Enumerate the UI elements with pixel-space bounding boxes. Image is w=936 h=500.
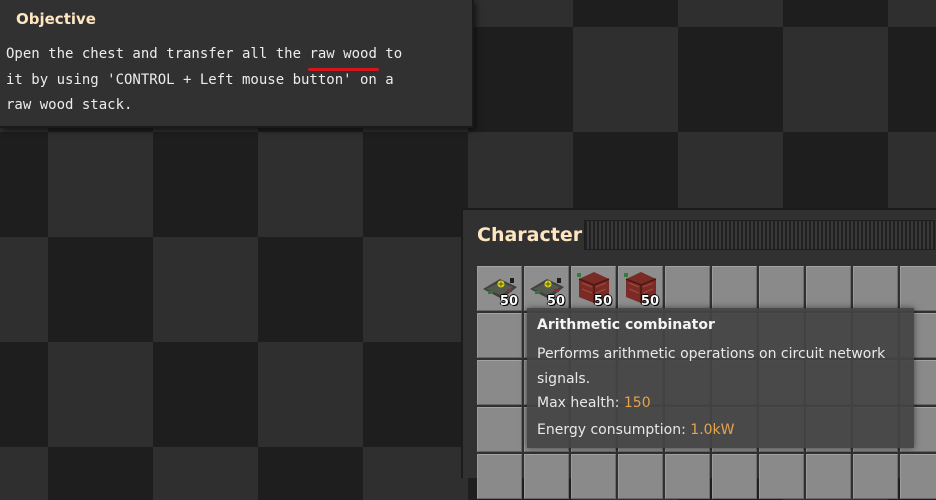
- inventory-slot[interactable]: [853, 266, 898, 311]
- inventory-slot[interactable]: 50: [477, 266, 522, 311]
- inventory-slot[interactable]: [665, 266, 710, 311]
- inventory-slot[interactable]: [712, 266, 757, 311]
- tooltip-energy-consumption: Energy consumption: 1.0kW: [537, 422, 735, 438]
- max-health-label: Max health:: [537, 395, 624, 411]
- inventory-slot[interactable]: [477, 360, 522, 405]
- objective-highlight: raw wood: [308, 42, 380, 70]
- inventory-slot[interactable]: [853, 454, 898, 499]
- inventory-slot[interactable]: [900, 266, 936, 311]
- inventory-slot[interactable]: [712, 454, 757, 499]
- inventory-slot[interactable]: [759, 454, 804, 499]
- tooltip-max-health: Max health: 150: [537, 395, 651, 411]
- inventory-slot[interactable]: [900, 454, 936, 499]
- item-count: 50: [499, 294, 518, 309]
- inventory-slot[interactable]: [477, 313, 522, 358]
- max-health-value: 150: [623, 395, 651, 411]
- inventory-slot[interactable]: [477, 407, 522, 452]
- energy-consumption-label: Energy consumption:: [537, 422, 691, 438]
- inventory-slot[interactable]: [618, 454, 663, 499]
- tooltip-item-name: Arithmetic combinator: [537, 317, 715, 333]
- tooltip-description: Performs arithmetic operations on circui…: [537, 346, 886, 387]
- character-title: Character: [477, 224, 583, 246]
- item-count: 50: [546, 294, 565, 309]
- inventory-slot[interactable]: 50: [618, 266, 663, 311]
- inventory-slot[interactable]: 50: [524, 266, 569, 311]
- inventory-slot[interactable]: [665, 454, 710, 499]
- panel-drag-handle[interactable]: [584, 220, 935, 250]
- inventory-slot[interactable]: [806, 266, 851, 311]
- inventory-slot[interactable]: [477, 454, 522, 499]
- objective-text-start: Open the chest and transfer all the: [6, 46, 310, 62]
- inventory-slot[interactable]: [759, 266, 804, 311]
- objective-panel: Objective Open the chest and transfer al…: [0, 0, 474, 128]
- objective-text: Open the chest and transfer all the raw …: [6, 42, 446, 119]
- inventory-slot[interactable]: [806, 454, 851, 499]
- inventory-slot[interactable]: [571, 454, 616, 499]
- inventory-slot[interactable]: [524, 454, 569, 499]
- objective-title: Objective: [16, 10, 96, 28]
- energy-consumption-value: 1.0kW: [690, 422, 735, 438]
- item-count: 50: [640, 294, 659, 309]
- item-count: 50: [593, 294, 612, 309]
- item-tooltip: Arithmetic combinator Performs arithmeti…: [527, 308, 914, 448]
- inventory-slot[interactable]: 50: [571, 266, 616, 311]
